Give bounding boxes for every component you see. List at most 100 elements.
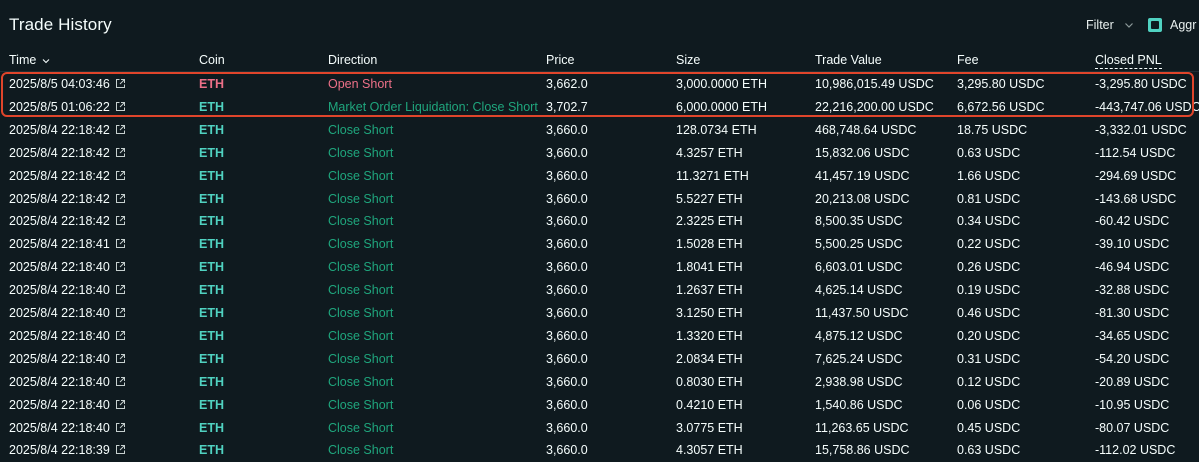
- table-row: 2025/8/4 22:18:42 ETH Close Short 3,660.0 4.…: [0, 142, 1199, 165]
- trade-value-cell: 15,832.06 USDC: [815, 145, 910, 160]
- size-cell: 0.8030 ETH: [676, 374, 743, 389]
- trade-value-cell: 2,938.98 USDC: [815, 374, 903, 389]
- time-cell: 2025/8/4 22:18:42: [9, 192, 126, 206]
- column-header-closed-pnl[interactable]: Closed PNL: [1095, 53, 1162, 69]
- direction-cell: Close Short: [328, 237, 394, 252]
- external-link-icon[interactable]: [115, 330, 126, 341]
- closed-pnl-cell: -32.88 USDC: [1095, 283, 1170, 298]
- direction-cell: Close Short: [328, 397, 394, 412]
- trade-value-cell: 5,500.25 USDC: [815, 237, 903, 252]
- time-cell: 2025/8/4 22:18:40: [9, 398, 126, 412]
- closed-pnl-cell: -294.69 USDC: [1095, 168, 1177, 183]
- trade-value-cell: 1,540.86 USDC: [815, 397, 903, 412]
- coin-cell[interactable]: ETH: [199, 283, 224, 297]
- chevron-down-icon: [1124, 23, 1133, 28]
- column-header-price-label: Price: [546, 53, 575, 67]
- direction-cell: Close Short: [328, 168, 394, 183]
- column-header-coin-label: Coin: [199, 53, 225, 67]
- time-cell: 2025/8/4 22:18:39: [9, 443, 126, 457]
- column-header-direction[interactable]: Direction: [328, 53, 377, 67]
- price-cell: 3,660.0: [546, 352, 588, 366]
- direction-cell: Close Short: [328, 283, 394, 298]
- price-cell: 3,660.0: [546, 146, 588, 160]
- price-value: 3,660.0: [546, 191, 588, 206]
- size-cell: 128.0734 ETH: [676, 122, 757, 137]
- price-cell: 3,660.0: [546, 375, 588, 389]
- coin-cell[interactable]: ETH: [199, 237, 224, 251]
- closed-pnl-cell: -3,332.01 USDC: [1095, 122, 1187, 137]
- direction-cell: Close Short: [328, 328, 394, 343]
- external-link-icon[interactable]: [115, 124, 126, 135]
- external-link-icon[interactable]: [115, 147, 126, 158]
- coin-cell[interactable]: ETH: [199, 329, 224, 343]
- external-link-icon[interactable]: [115, 353, 126, 364]
- coin-cell[interactable]: ETH: [199, 398, 224, 412]
- external-link-icon[interactable]: [115, 261, 126, 272]
- closed-pnl-cell: -39.10 USDC: [1095, 237, 1170, 252]
- trade-time: 2025/8/4 22:18:40: [9, 351, 110, 366]
- filter-dropdown[interactable]: Filter: [1086, 18, 1135, 32]
- trade-time: 2025/8/4 22:18:40: [9, 306, 110, 320]
- table-row: 2025/8/4 22:18:41 ETH Close Short 3,660.0 1.…: [0, 233, 1199, 256]
- external-link-icon[interactable]: [115, 170, 126, 181]
- coin-cell[interactable]: ETH: [199, 146, 224, 160]
- price-value: 3,660.0: [546, 306, 588, 320]
- column-header-size[interactable]: Size: [676, 53, 700, 67]
- external-link-icon[interactable]: [115, 399, 126, 410]
- direction-cell: Close Short: [328, 443, 394, 458]
- trade-time: 2025/8/4 22:18:40: [9, 374, 110, 389]
- trade-time: 2025/8/4 22:18:42: [9, 168, 110, 183]
- coin-cell[interactable]: ETH: [199, 123, 224, 137]
- time-cell: 2025/8/4 22:18:40: [9, 352, 126, 366]
- column-header-coin[interactable]: Coin: [199, 53, 225, 67]
- size-cell: 11.3271 ETH: [676, 168, 749, 183]
- trade-value-cell: 11,437.50 USDC: [815, 306, 909, 320]
- external-link-icon[interactable]: [115, 376, 126, 387]
- aggregate-checkbox[interactable]: [1148, 18, 1162, 32]
- size-cell: 2.0834 ETH: [676, 351, 743, 366]
- fee-cell: 18.75 USDC: [957, 122, 1028, 137]
- external-link-icon[interactable]: [115, 284, 126, 295]
- external-link-icon[interactable]: [115, 215, 126, 226]
- table-row: 2025/8/4 22:18:42 ETH Close Short 3,660.0 11…: [0, 165, 1199, 188]
- coin-cell[interactable]: ETH: [199, 214, 224, 228]
- size-cell: 3.0775 ETH: [676, 420, 743, 435]
- coin-cell[interactable]: ETH: [199, 192, 224, 206]
- time-cell: 2025/8/4 22:18:40: [9, 306, 126, 320]
- column-header-price[interactable]: Price: [546, 53, 574, 67]
- table-row: 2025/8/4 22:18:42 ETH Close Short 3,660.0 12…: [0, 119, 1199, 142]
- external-link-icon[interactable]: [115, 444, 126, 455]
- coin-cell[interactable]: ETH: [199, 306, 224, 320]
- closed-pnl-cell: -80.07 USDC: [1095, 420, 1170, 435]
- coin-cell[interactable]: ETH: [199, 169, 224, 183]
- external-link-icon[interactable]: [115, 238, 126, 249]
- price-value: 3,660.0: [546, 397, 588, 412]
- time-cell: 2025/8/4 22:18:40: [9, 375, 126, 389]
- size-cell: 1.5028 ETH: [676, 237, 743, 252]
- column-header-trade-value[interactable]: Trade Value: [815, 53, 882, 67]
- price-cell: 3,660.0: [546, 443, 588, 457]
- column-header-fee[interactable]: Fee: [957, 53, 979, 67]
- column-header-time[interactable]: Time: [9, 53, 51, 67]
- time-cell: 2025/8/4 22:18:42: [9, 123, 126, 137]
- price-cell: 3,660.0: [546, 214, 588, 228]
- table-row: 2025/8/4 22:18:40 ETH Close Short 3,660.0 1.…: [0, 279, 1199, 302]
- price-cell: 3,660.0: [546, 169, 588, 183]
- price-cell: 3,660.0: [546, 306, 588, 320]
- trade-value-cell: 20,213.08 USDC: [815, 191, 910, 206]
- external-link-icon[interactable]: [115, 422, 126, 433]
- price-value: 3,660.0: [546, 420, 588, 435]
- fee-cell: 0.19 USDC: [957, 283, 1021, 298]
- fee-cell: 0.20 USDC: [957, 328, 1021, 343]
- coin-cell[interactable]: ETH: [199, 375, 224, 389]
- coin-cell[interactable]: ETH: [199, 260, 224, 274]
- trade-time: 2025/8/4 22:18:42: [9, 191, 110, 206]
- coin-cell[interactable]: ETH: [199, 421, 224, 435]
- size-cell: 2.3225 ETH: [676, 214, 743, 229]
- aggregate-toggle[interactable]: Aggr: [1148, 18, 1196, 32]
- external-link-icon[interactable]: [115, 307, 126, 318]
- size-cell: 4.3057 ETH: [676, 443, 743, 458]
- coin-cell[interactable]: ETH: [199, 443, 224, 457]
- external-link-icon[interactable]: [115, 193, 126, 204]
- coin-cell[interactable]: ETH: [199, 352, 224, 366]
